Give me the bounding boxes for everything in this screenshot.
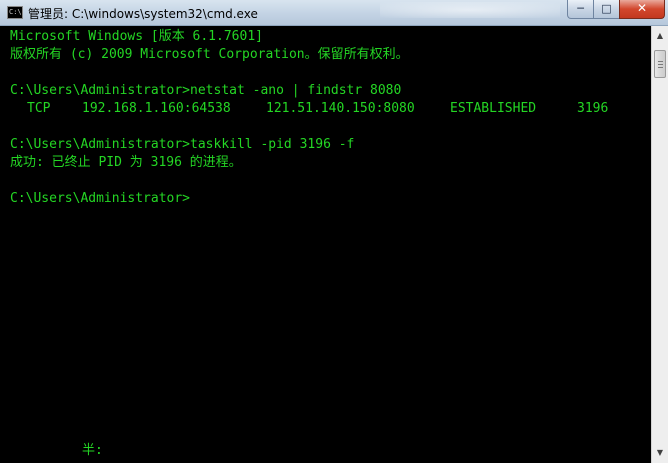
netstat-foreign-address: 121.51.140.150:8080	[266, 101, 415, 116]
cmd-window: C:\ 管理员: C:\windows\system32\cmd.exe ─ □…	[0, 0, 668, 463]
console-output[interactable]: Microsoft Windows [版本 6.1.7601] 版权所有 (c)…	[0, 26, 651, 463]
maximize-button[interactable]: □	[593, 0, 620, 19]
scrollbar-thumb[interactable]	[654, 50, 666, 78]
grip-line	[658, 61, 663, 62]
console-line: 版权所有 (c) 2009 Microsoft Corporation。保留所有…	[10, 47, 409, 62]
grip-line	[658, 64, 663, 65]
window-title: 管理员: C:\windows\system32\cmd.exe	[28, 7, 258, 21]
netstat-local-address: 192.168.1.160:64538	[82, 101, 231, 116]
vertical-scrollbar[interactable]: ▲ ▼	[651, 26, 668, 463]
console-line: C:\Users\Administrator>taskkill -pid 319…	[10, 137, 355, 152]
cmd-icon[interactable]: C:\	[7, 6, 23, 19]
console-line: 成功: 已终止 PID 为 3196 的进程。	[10, 155, 242, 170]
console-line: C:\Users\Administrator>netstat -ano | fi…	[10, 83, 402, 98]
close-button[interactable]: ✕	[619, 0, 665, 19]
title-bar-highlight	[380, 2, 560, 18]
command-prompt: C:\Users\Administrator>	[10, 191, 191, 206]
arrow-down-icon[interactable]: ▼	[653, 445, 667, 461]
minimize-button[interactable]: ─	[567, 0, 594, 19]
console-line: Microsoft Windows [版本 6.1.7601]	[10, 29, 263, 44]
grip-line	[658, 67, 663, 68]
arrow-up-icon[interactable]: ▲	[653, 28, 667, 44]
ime-status: 半:	[82, 443, 103, 458]
title-bar[interactable]: C:\ 管理员: C:\windows\system32\cmd.exe ─ □…	[0, 0, 668, 26]
netstat-state: ESTABLISHED	[450, 101, 537, 116]
netstat-pid: 3196	[577, 101, 609, 116]
netstat-proto: TCP	[27, 101, 51, 116]
